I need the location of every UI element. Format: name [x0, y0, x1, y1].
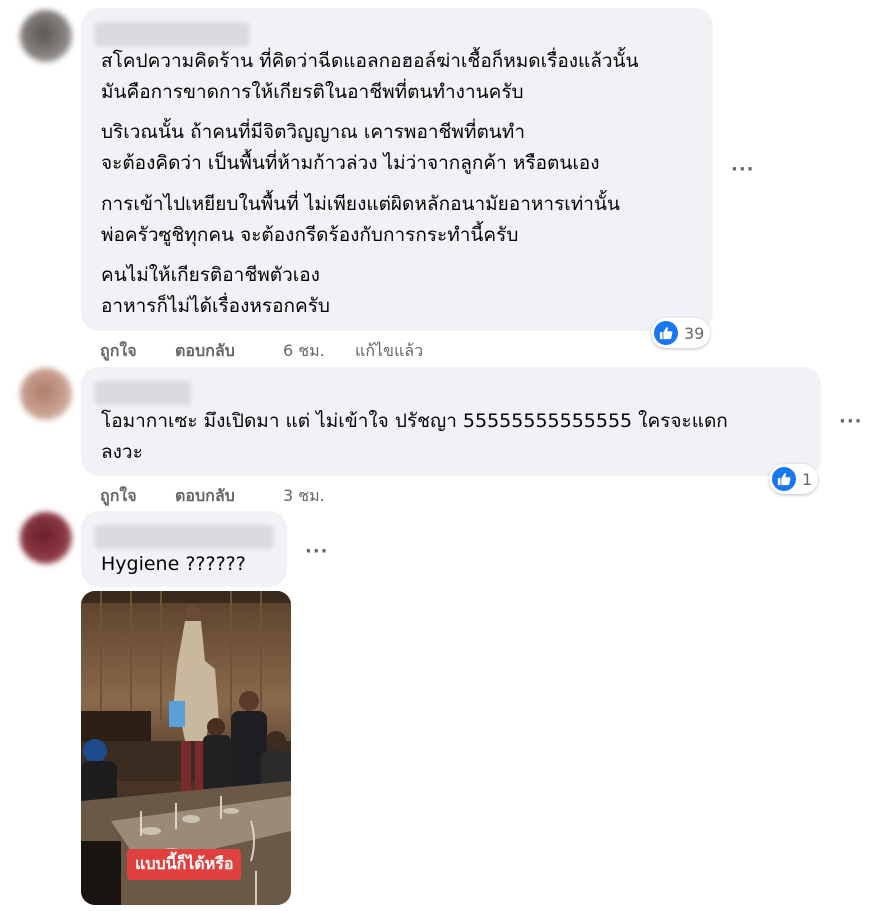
like-icon [772, 467, 796, 491]
reaction-badge[interactable]: 39 [651, 318, 711, 348]
commenter-name[interactable] [95, 525, 273, 549]
like-button[interactable]: ถูกใจ [100, 339, 137, 364]
comment-text: โอมากาเซะ มึงเปิดมา แต่ ไม่เข้าใจ ปรัชญา… [101, 410, 728, 463]
like-button[interactable]: ถูกใจ [100, 484, 137, 509]
comment-text: Hygiene ?????? [101, 553, 246, 575]
comment-bubble: สโคปความคิดร้าน ที่คิดว่าฉีดแอลกอฮอล์ฆ่า… [81, 8, 713, 331]
comment-paragraph: สโคปความคิดร้าน ที่คิดว่าฉีดแอลกอฮอล์ฆ่า… [101, 50, 639, 103]
edited-label[interactable]: แก้ไขแล้ว [355, 339, 423, 364]
more-options-icon[interactable]: ··· [305, 541, 329, 562]
comment-bubble: โอมากาเซะ มึงเปิดมา แต่ ไม่เข้าใจ ปรัชญา… [81, 367, 821, 476]
photo-caption: แบบนี้ก็ได้หรือ [127, 849, 242, 880]
avatar[interactable] [20, 512, 72, 564]
comment-paragraph: คนไม่ให้เกียรติอาชีพตัวเอง อาหารก็ไม่ได้… [101, 264, 330, 317]
reaction-count: 39 [684, 323, 705, 343]
commenter-name[interactable] [95, 381, 191, 405]
reply-button[interactable]: ตอบกลับ [175, 339, 235, 364]
timestamp[interactable]: 6 ชม. [283, 339, 325, 364]
reply-button[interactable]: ตอบกลับ [175, 484, 235, 509]
more-options-icon[interactable]: ··· [839, 411, 863, 432]
comment-bubble: Hygiene ?????? [81, 511, 287, 587]
comment-paragraph: บริเวณนั้น ถ้าคนที่มีจิตวิญญาณ เคารพอาชี… [101, 121, 600, 174]
avatar[interactable] [20, 10, 72, 62]
reaction-count: 1 [802, 469, 813, 489]
timestamp[interactable]: 3 ชม. [283, 484, 325, 509]
comment-photo[interactable]: แบบนี้ก็ได้หรือ [81, 591, 291, 905]
reaction-badge[interactable]: 1 [769, 464, 819, 494]
commenter-name[interactable] [95, 22, 249, 46]
more-options-icon[interactable]: ··· [731, 159, 755, 180]
like-icon [654, 321, 678, 345]
comment-paragraph: การเข้าไปเหยียบในพื้นที่ ไม่เพียงแต่ผิดห… [101, 193, 620, 246]
avatar[interactable] [20, 368, 72, 420]
